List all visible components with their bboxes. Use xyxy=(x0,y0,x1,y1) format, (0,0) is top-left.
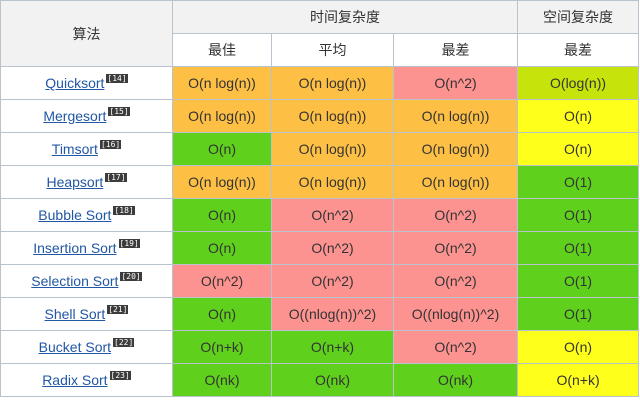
algorithm-link[interactable]: Selection Sort xyxy=(31,273,118,289)
complexity-cell-worst: O(n^2) xyxy=(392,330,519,364)
header-space-worst: 最差 xyxy=(517,33,640,67)
reference-link[interactable]: [19] xyxy=(118,239,140,248)
complexity-cell-space-worst: O(n+k) xyxy=(517,363,640,397)
header-time-complexity: 时间复杂度 xyxy=(171,0,519,34)
table-row: Selection Sort [20] O(n^2) O(n^2) O(n^2) O(1) xyxy=(0,264,640,298)
table-row: Quicksort [14] O(n log(n)) O(n log(n)) O(n^2… xyxy=(0,66,640,100)
complexity-cell-average: O(n^2) xyxy=(271,198,394,232)
header-best: 最佳 xyxy=(172,33,272,67)
algorithm-link[interactable]: Quicksort xyxy=(45,75,104,91)
complexity-cell-worst: O((nlog(n))^2) xyxy=(392,297,519,331)
table-body: Quicksort [14] O(n log(n)) O(n log(n)) O(n^2… xyxy=(0,66,640,397)
complexity-cell-average: O(nk) xyxy=(271,363,394,397)
header-row-main: 算法 时间复杂度 空间复杂度 xyxy=(0,0,640,67)
algorithm-link[interactable]: Insertion Sort xyxy=(33,240,116,256)
complexity-cell-space-worst: O(1) xyxy=(517,297,640,331)
reference-link[interactable]: [16] xyxy=(99,140,122,149)
table-row: Radix Sort [23] O(nk) O(nk) O(nk) O(n+k) xyxy=(0,363,640,397)
reference-link[interactable]: [18] xyxy=(113,206,135,215)
complexity-cell-average: O(n log(n)) xyxy=(271,66,394,100)
complexity-cell-space-worst: O(1) xyxy=(517,231,640,265)
table-row: Insertion Sort [19] O(n) O(n^2) O(n^2) O(1) xyxy=(0,231,640,265)
reference-link[interactable]: [23] xyxy=(109,371,131,380)
algorithm-name-cell: Shell Sort [21] xyxy=(0,297,173,331)
complexity-cell-worst: O(n log(n)) xyxy=(392,99,519,133)
complexity-cell-space-worst: O(1) xyxy=(517,264,640,298)
complexity-cell-best: O(n log(n)) xyxy=(172,99,272,133)
algorithm-name-cell: Mergesort [15] xyxy=(0,99,173,133)
complexity-cell-average: O(n^2) xyxy=(271,231,394,265)
complexity-cell-best: O(n) xyxy=(172,297,272,331)
complexity-cell-space-worst: O(n) xyxy=(517,99,640,133)
table-row: Timsort [16] O(n) O(n log(n)) O(n log(n)) O(n… xyxy=(0,132,640,166)
table-row: Bubble Sort [18] O(n) O(n^2) O(n^2) O(1) xyxy=(0,198,640,232)
complexity-cell-worst: O(nk) xyxy=(392,363,519,397)
header-algorithm: 算法 xyxy=(0,0,173,67)
algorithm-name-cell: Radix Sort [23] xyxy=(0,363,173,397)
complexity-cell-average: O(n log(n)) xyxy=(271,132,394,166)
complexity-table: 算法 时间复杂度 空间复杂度 最佳 平均 最差 最差 Quicksort [14]… xyxy=(0,0,640,397)
algorithm-name-cell: Selection Sort [20] xyxy=(0,264,173,298)
complexity-cell-best: O(nk) xyxy=(172,363,272,397)
algorithm-link[interactable]: Mergesort xyxy=(43,108,106,124)
complexity-cell-space-worst: O(log(n)) xyxy=(517,66,640,100)
header-average: 平均 xyxy=(271,33,394,67)
algorithm-link[interactable]: Radix Sort xyxy=(42,372,107,388)
algorithm-link[interactable]: Bucket Sort xyxy=(39,339,111,355)
header-worst: 最差 xyxy=(392,33,519,67)
reference-link[interactable]: [15] xyxy=(108,107,130,116)
complexity-cell-worst: O(n^2) xyxy=(392,66,519,100)
reference-link[interactable]: [17] xyxy=(105,173,127,182)
complexity-cell-space-worst: O(1) xyxy=(517,198,640,232)
reference-link[interactable]: [21] xyxy=(107,305,129,314)
algorithm-link[interactable]: Shell Sort xyxy=(45,306,106,322)
complexity-cell-average: O(n log(n)) xyxy=(271,99,394,133)
complexity-cell-best: O(n) xyxy=(172,132,272,166)
complexity-cell-average: O((nlog(n))^2) xyxy=(271,297,394,331)
header-space-complexity: 空间复杂度 xyxy=(517,0,640,34)
complexity-cell-worst: O(n log(n)) xyxy=(392,132,519,166)
algorithm-link[interactable]: Bubble Sort xyxy=(38,207,111,223)
table-row: Mergesort [15] O(n log(n)) O(n log(n)) O(n l… xyxy=(0,99,640,133)
complexity-cell-worst: O(n^2) xyxy=(392,264,519,298)
complexity-cell-best: O(n+k) xyxy=(172,330,272,364)
complexity-cell-best: O(n log(n)) xyxy=(172,66,272,100)
table-row: Shell Sort [21] O(n) O((nlog(n))^2) O((nlog(… xyxy=(0,297,640,331)
algorithm-name-cell: Timsort [16] xyxy=(0,132,173,166)
algorithm-name-cell: Insertion Sort [19] xyxy=(0,231,173,265)
complexity-cell-average: O(n+k) xyxy=(271,330,394,364)
algorithm-name-cell: Quicksort [14] xyxy=(0,66,173,100)
algorithm-name-cell: Heapsort [17] xyxy=(0,165,173,199)
algorithm-name-cell: Bubble Sort [18] xyxy=(0,198,173,232)
complexity-cell-best: O(n) xyxy=(172,231,272,265)
complexity-cell-best: O(n^2) xyxy=(172,264,272,298)
complexity-cell-average: O(n^2) xyxy=(271,264,394,298)
algorithm-link[interactable]: Timsort xyxy=(52,141,98,157)
complexity-cell-worst: O(n^2) xyxy=(392,198,519,232)
complexity-cell-best: O(n log(n)) xyxy=(172,165,272,199)
complexity-cell-space-worst: O(n) xyxy=(517,132,640,166)
complexity-cell-space-worst: O(1) xyxy=(517,165,640,199)
table-row: Bucket Sort [22] O(n+k) O(n+k) O(n^2) O(n) xyxy=(0,330,640,364)
reference-link[interactable]: [14] xyxy=(106,74,128,83)
algorithm-link[interactable]: Heapsort xyxy=(46,174,103,190)
reference-link[interactable]: [20] xyxy=(120,272,142,281)
complexity-cell-best: O(n) xyxy=(172,198,272,232)
complexity-cell-average: O(n log(n)) xyxy=(271,165,394,199)
complexity-cell-space-worst: O(n) xyxy=(517,330,640,364)
complexity-cell-worst: O(n log(n)) xyxy=(392,165,519,199)
algorithm-name-cell: Bucket Sort [22] xyxy=(0,330,173,364)
table-row: Heapsort [17] O(n log(n)) O(n log(n)) O(n lo… xyxy=(0,165,640,199)
complexity-cell-worst: O(n^2) xyxy=(392,231,519,265)
reference-link[interactable]: [22] xyxy=(113,338,135,347)
